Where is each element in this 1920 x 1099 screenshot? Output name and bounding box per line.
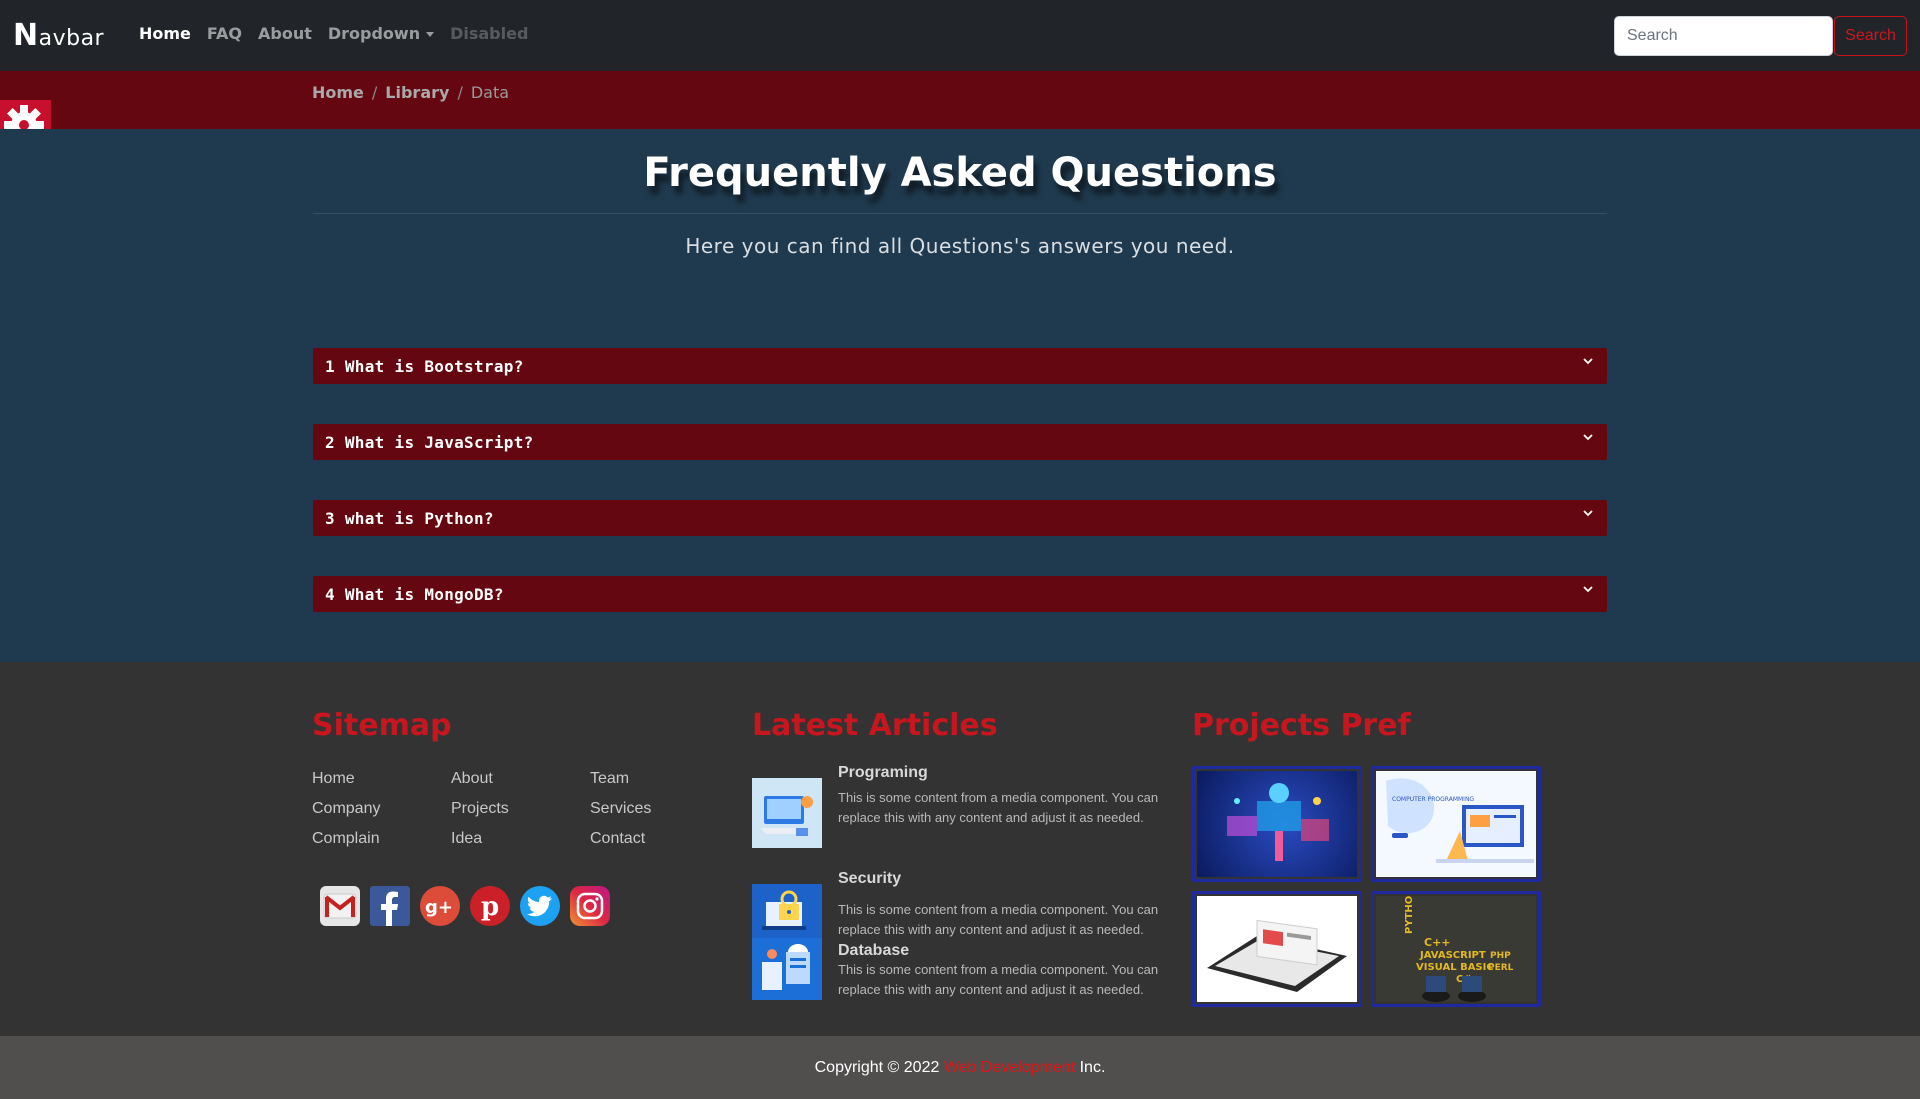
search-button[interactable]: Search	[1834, 16, 1907, 56]
chevron-down-icon	[1583, 586, 1593, 593]
divider	[313, 213, 1607, 214]
breadcrumb: Home / Library / Data	[312, 83, 509, 102]
article-text: This is some content from a media compon…	[838, 790, 1159, 825]
faq-accordion: 1 What is Bootstrap? 2 What is JavaScrip…	[313, 348, 1607, 652]
page-subtitle: Here you can find all Questions's answer…	[685, 234, 1235, 258]
copyright-bar: Copyright © 2022 Web Development Inc.	[0, 1036, 1920, 1099]
nav-link-home[interactable]: Home	[139, 24, 191, 43]
article-thumbnail	[752, 778, 822, 848]
twitter-icon[interactable]	[520, 886, 560, 926]
settings-toggle[interactable]	[0, 100, 51, 129]
sitemap-link-services[interactable]: Services	[590, 800, 729, 818]
nav-dropdown[interactable]: Dropdown	[327, 24, 435, 43]
sitemap-link-company[interactable]: Company	[312, 800, 451, 818]
project-thumbnail[interactable]: COMPUTER PROGRAMMING	[1371, 766, 1541, 882]
page-title: Frequently Asked Questions	[643, 150, 1277, 196]
gmail-icon[interactable]	[320, 886, 360, 926]
faq-question: 2 What is JavaScript?	[325, 432, 534, 452]
chevron-down-icon	[1583, 434, 1593, 441]
faq-question: 4 What is MongoDB?	[325, 584, 504, 604]
article-thumbnail	[752, 938, 822, 1000]
faq-question: 1 What is Bootstrap?	[325, 356, 524, 376]
facebook-icon[interactable]	[370, 886, 410, 926]
project-image-text: PHP	[1490, 951, 1511, 961]
faq-question: 3 what is Python?	[325, 508, 494, 528]
search-input[interactable]	[1614, 16, 1833, 56]
projects-gallery: COMPUTER PROGRAMMING C++ JAVASCRIPT PHP …	[1192, 766, 1541, 1007]
caret-down-icon	[426, 32, 435, 37]
nav-dropdown-label: Dropdown	[327, 24, 421, 43]
brand-logo[interactable]: Navbar	[13, 18, 104, 53]
svg-text:p: p	[481, 892, 499, 921]
breadcrumb-library[interactable]: Library	[385, 83, 449, 102]
pinterest-icon[interactable]: p	[470, 886, 510, 926]
copyright-suffix: Inc.	[1079, 1059, 1106, 1076]
sitemap-link-projects[interactable]: Projects	[451, 800, 590, 818]
article-title: Programing	[838, 764, 928, 781]
sitemap-link-home[interactable]: Home	[312, 770, 451, 788]
nav-link-about[interactable]: About	[258, 24, 312, 43]
articles-title: Latest Articles	[752, 708, 998, 743]
article-thumbnail	[752, 884, 822, 940]
article-title: Security	[838, 870, 902, 887]
project-image-text: PERL	[1488, 963, 1514, 973]
projects-title: Projects Pref	[1192, 708, 1411, 743]
gear-icon	[4, 105, 44, 129]
footer: Sitemap Home About Team Company Projects…	[0, 662, 1920, 1036]
faq-item-mongodb[interactable]: 4 What is MongoDB?	[313, 576, 1607, 612]
chevron-down-icon	[1583, 358, 1593, 365]
project-image-text: PYTHON	[1404, 896, 1415, 934]
sitemap-links: Home About Team Company Projects Service…	[312, 770, 729, 848]
breadcrumb-home[interactable]: Home	[312, 83, 364, 102]
social-links: g+ p	[320, 886, 610, 926]
project-image-text: C++	[1424, 936, 1451, 949]
article-title: Database	[838, 942, 910, 959]
project-thumbnail[interactable]	[1192, 891, 1362, 1007]
breadcrumb-separator: /	[371, 83, 378, 102]
faq-item-bootstrap[interactable]: 1 What is Bootstrap?	[313, 348, 1607, 384]
instagram-icon[interactable]	[570, 886, 610, 926]
breadcrumb-current: Data	[470, 83, 510, 102]
article-text: This is some content from a media compon…	[838, 962, 1159, 997]
article-text: This is some content from a media compon…	[838, 902, 1159, 937]
project-image-text: COMPUTER PROGRAMMING	[1392, 796, 1474, 803]
chevron-down-icon	[1583, 510, 1593, 517]
project-thumbnail[interactable]	[1192, 766, 1362, 882]
nav-link-disabled: Disabled	[450, 24, 529, 43]
svg-text:g+: g+	[425, 897, 453, 917]
faq-item-python[interactable]: 3 what is Python?	[313, 500, 1607, 536]
nav-links: Home FAQ About Dropdown Disabled	[139, 24, 528, 43]
sitemap-link-idea[interactable]: Idea	[451, 830, 590, 848]
sitemap-link-about[interactable]: About	[451, 770, 590, 788]
copyright-text: Copyright © 2022	[814, 1059, 940, 1076]
google-plus-icon[interactable]: g+	[420, 886, 460, 926]
sitemap-link-contact[interactable]: Contact	[590, 830, 729, 848]
copyright-link[interactable]: Web Development	[944, 1059, 1075, 1076]
breadcrumb-bar: Home / Library / Data	[0, 71, 1920, 129]
breadcrumb-separator: /	[457, 83, 463, 102]
project-thumbnail[interactable]: C++ JAVASCRIPT PHP VISUAL BASIC PERL C# …	[1371, 891, 1541, 1007]
sitemap-link-team[interactable]: Team	[590, 770, 729, 788]
nav-link-faq[interactable]: FAQ	[207, 24, 242, 43]
navbar: Navbar Home FAQ About Dropdown Disabled …	[0, 0, 1920, 71]
project-image-text: JAVASCRIPT	[1419, 950, 1486, 961]
sitemap-link-complain[interactable]: Complain	[312, 830, 451, 848]
sitemap-title: Sitemap	[312, 708, 452, 743]
faq-item-javascript[interactable]: 2 What is JavaScript?	[313, 424, 1607, 460]
project-image-text: VISUAL BASIC	[1416, 962, 1494, 973]
